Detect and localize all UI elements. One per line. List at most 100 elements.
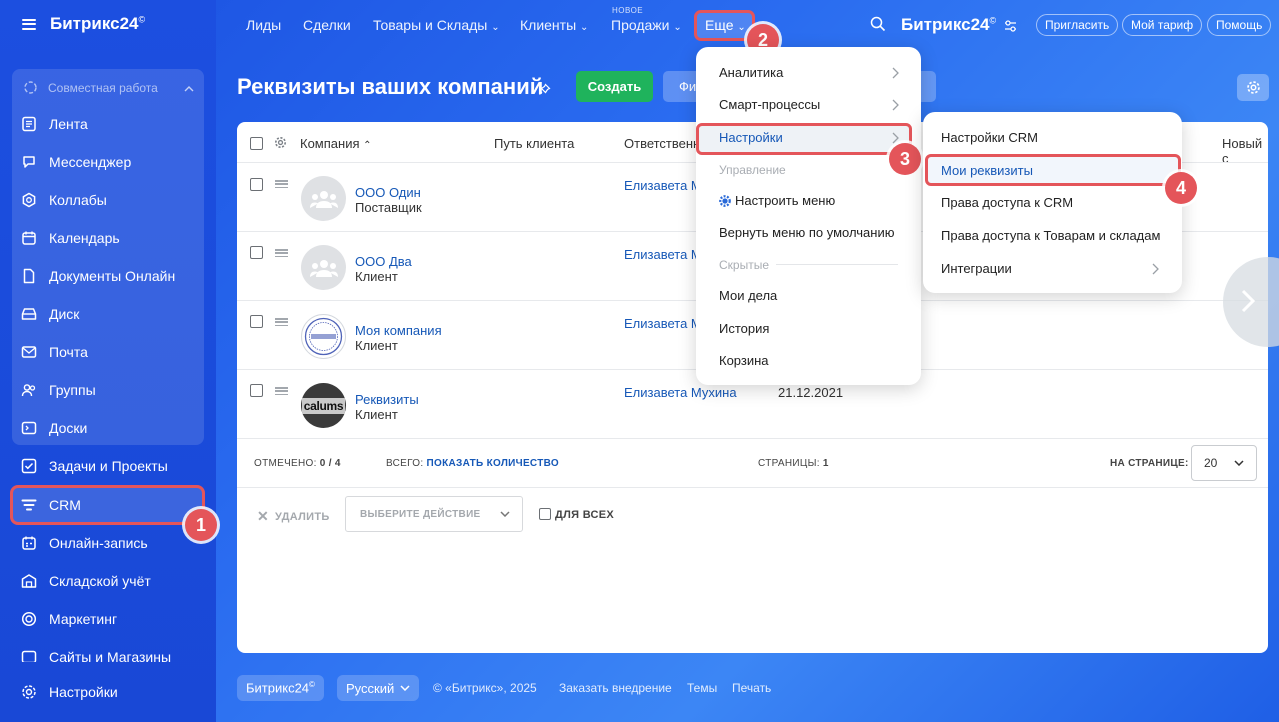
sidebar-item-groups[interactable]: Группы	[20, 379, 96, 401]
drag-handle-icon[interactable]	[275, 180, 288, 188]
invite-button[interactable]: Пригласить	[1036, 14, 1119, 36]
column-company[interactable]: Компания ⌃	[300, 136, 372, 151]
sidebar-item-label: CRM	[49, 497, 81, 513]
themes-link[interactable]: Темы	[687, 681, 717, 707]
tasks-icon	[20, 458, 37, 475]
chevron-right-icon	[892, 98, 899, 116]
settings-submenu: Настройки CRM Мои реквизиты Права доступ…	[923, 112, 1182, 293]
menu-item-smart[interactable]: Смарт-процессы	[719, 97, 820, 112]
menu-item-label: Интеграции	[941, 261, 1012, 276]
pages-value[interactable]: 1	[823, 458, 829, 469]
company-name[interactable]: ООО Два	[355, 254, 412, 269]
sidebar-item-mail[interactable]: Почта	[20, 341, 88, 363]
drag-handle-icon[interactable]	[275, 318, 288, 326]
footer-brand-button[interactable]: Битрикс24©	[237, 675, 324, 701]
sidebar-item-messenger[interactable]: Мессенджер	[20, 151, 131, 173]
sidebar-item-calendar[interactable]: Календарь	[20, 227, 120, 249]
sidebar-item-disk[interactable]: Диск	[20, 303, 79, 325]
menu-item-goods-access[interactable]: Права доступа к Товарам и складам	[941, 228, 1160, 243]
responsible-link[interactable]: Елизавета М	[624, 247, 702, 262]
sidebar-item-booking[interactable]: Онлайн-запись	[20, 532, 148, 554]
per-page-select[interactable]: 20	[1191, 445, 1257, 481]
responsible-link[interactable]: Елизавета М	[624, 178, 702, 193]
sidebar-item-marketing[interactable]: Маркетинг	[20, 608, 117, 630]
select-all-checkbox[interactable]	[250, 137, 263, 150]
menu-item-my-tasks[interactable]: Мои дела	[719, 288, 777, 303]
nav-sales[interactable]: Продажи ⌄	[611, 17, 682, 33]
menu-item-label: Настройки CRM	[941, 130, 1038, 145]
sidebar-item-crm[interactable]: CRM	[20, 494, 81, 516]
menu-item-settings[interactable]: Настройки	[719, 130, 783, 145]
company-type: Клиент	[355, 407, 398, 422]
language-select[interactable]: Русский	[337, 675, 420, 701]
chevron-up-icon[interactable]	[184, 81, 194, 95]
delete-button[interactable]: ✕ УДАЛИТЬ	[257, 508, 330, 525]
sidebar-item-collabs[interactable]: Коллабы	[20, 189, 107, 211]
page-settings-button[interactable]	[1237, 74, 1269, 101]
step-badge-4: 4	[1165, 172, 1197, 204]
company-type: Клиент	[355, 338, 398, 353]
gear-icon	[1246, 81, 1260, 94]
print-link[interactable]: Печать	[732, 681, 771, 707]
company-name[interactable]: ООО Один	[355, 185, 421, 200]
help-button[interactable]: Помощь	[1207, 14, 1272, 36]
create-button[interactable]: Создать	[576, 71, 653, 102]
drag-handle-icon[interactable]	[275, 249, 288, 257]
responsible-link[interactable]: Елизавета Мухина	[624, 385, 737, 400]
nav-more[interactable]: Еще ⌄	[705, 17, 746, 33]
row-checkbox[interactable]	[250, 315, 263, 328]
sidebar-item-documents[interactable]: Документы Онлайн	[20, 265, 175, 287]
show-count-link[interactable]: ПОКАЗАТЬ КОЛИЧЕСТВО	[427, 458, 559, 469]
menu-item-analytics[interactable]: Аналитика	[719, 65, 783, 80]
grid-settings-icon[interactable]	[274, 136, 287, 154]
pin-icon[interactable]	[538, 83, 551, 101]
order-link[interactable]: Заказать внедрение	[559, 681, 672, 707]
chevron-down-icon: ⌄	[580, 22, 589, 33]
menu-item-crm-access[interactable]: Права доступа к CRM	[941, 195, 1073, 210]
language-label: Русский	[346, 680, 395, 696]
company-name[interactable]: Реквизиты	[355, 392, 419, 407]
row-checkbox[interactable]	[250, 384, 263, 397]
menu-item-configure[interactable]: Настроить меню	[719, 193, 835, 208]
sidebar-group-header[interactable]: Совместная работа	[22, 79, 198, 96]
nav-deals[interactable]: Сделки	[303, 17, 351, 33]
brand-logo[interactable]: Битрикс24©	[50, 14, 145, 34]
sidebar-item-sites[interactable]: Сайты и Магазины	[20, 646, 171, 662]
sidebar-item-feed[interactable]: Лента	[20, 113, 88, 135]
switch-icon[interactable]	[1004, 19, 1017, 37]
row-checkbox[interactable]	[250, 178, 263, 191]
chevron-right-icon	[1152, 262, 1159, 280]
brand-logo-top[interactable]: Битрикс24©	[901, 15, 996, 35]
action-select[interactable]: ВЫБЕРИТЕ ДЕЙСТВИЕ	[345, 496, 523, 532]
documents-icon	[20, 268, 37, 285]
sidebar-item-tasks[interactable]: Задачи и Проекты	[20, 455, 168, 477]
menu-item-trash[interactable]: Корзина	[719, 353, 769, 368]
gear-icon	[719, 194, 731, 207]
sidebar-item-boards[interactable]: Доски	[20, 417, 87, 439]
menu-item-my-requisites[interactable]: Мои реквизиты	[941, 163, 1033, 178]
tariff-button[interactable]: Мой тариф	[1122, 14, 1203, 36]
more-menu: Аналитика Смарт-процессы Настройки Управ…	[696, 47, 921, 385]
menu-item-integrations[interactable]: Интеграции	[941, 261, 1012, 276]
menu-item-history[interactable]: История	[719, 321, 769, 336]
row-checkbox[interactable]	[250, 246, 263, 259]
menu-burger-icon[interactable]	[22, 18, 36, 30]
menu-item-crm-settings[interactable]: Настройки CRM	[941, 130, 1038, 145]
nav-clients[interactable]: Клиенты ⌄	[520, 17, 588, 33]
nav-goods[interactable]: Товары и Склады ⌄	[373, 17, 500, 33]
drag-handle-icon[interactable]	[275, 387, 288, 395]
menu-item-reset[interactable]: Вернуть меню по умолчанию	[719, 225, 894, 240]
nav-clients-label: Клиенты	[520, 17, 577, 33]
sidebar-item-label: Почта	[49, 344, 88, 360]
column-path[interactable]: Путь клиента	[494, 136, 574, 151]
company-name[interactable]: Моя компания	[355, 323, 442, 338]
company-logo-text: calums	[301, 397, 346, 414]
for-all-checkbox[interactable]	[539, 508, 551, 520]
responsible-link[interactable]: Елизавета М	[624, 316, 702, 331]
per-page-label: НА СТРАНИЦЕ:	[1110, 458, 1189, 469]
sidebar-item-settings[interactable]: Настройки	[20, 681, 118, 703]
menu-item-label: Мои дела	[719, 288, 778, 303]
search-icon[interactable]	[870, 16, 886, 37]
sidebar-item-warehouse[interactable]: Складской учёт	[20, 570, 151, 592]
nav-leads[interactable]: Лиды	[246, 17, 281, 33]
